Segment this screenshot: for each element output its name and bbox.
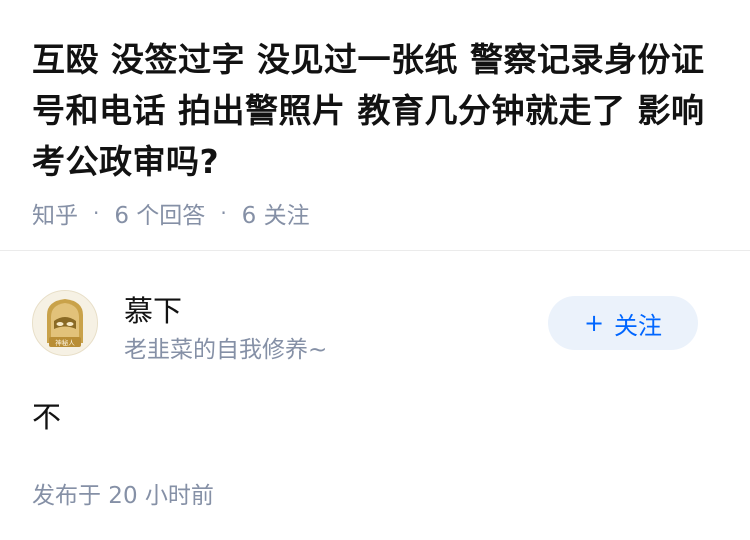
avatar-image: 神秘人 [33, 291, 97, 355]
follow-button-label: 关注 [614, 311, 663, 340]
answer-card: 神秘人 慕下 老韭菜的自我修养~ + 关注 不 发布于 20 小时前 [32, 290, 722, 520]
answer-timestamp: 发布于 20 小时前 [32, 483, 214, 509]
follow-count: 6 关注 [241, 203, 310, 229]
meta-separator: · [93, 201, 100, 225]
author-name[interactable]: 慕下 [124, 288, 182, 330]
section-divider [0, 250, 750, 251]
question-header: 互殴 没签过字 没见过一张纸 警察记录身份证号和电话 拍出警照片 教育几分钟就走… [32, 34, 722, 229]
plus-icon: + [583, 309, 605, 337]
follow-button[interactable]: + 关注 [548, 296, 698, 350]
zhihu-question-page: 互殴 没签过字 没见过一张纸 警察记录身份证号和电话 拍出警照片 教育几分钟就走… [0, 0, 750, 540]
avatar-caption: 神秘人 [55, 338, 75, 347]
question-title[interactable]: 互殴 没签过字 没见过一张纸 警察记录身份证号和电话 拍出警照片 教育几分钟就走… [32, 34, 722, 187]
source-label[interactable]: 知乎 [32, 196, 78, 230]
author-bio: 老韭菜的自我修养~ [124, 337, 328, 363]
question-meta: 知乎 · 6 个回答 · 6 关注 [32, 196, 310, 230]
answer-content[interactable]: 不 [32, 394, 61, 436]
meta-separator: · [220, 201, 227, 225]
answer-count[interactable]: 6 个回答 [114, 196, 205, 230]
mystery-person-avatar-icon[interactable]: 神秘人 [32, 290, 98, 356]
